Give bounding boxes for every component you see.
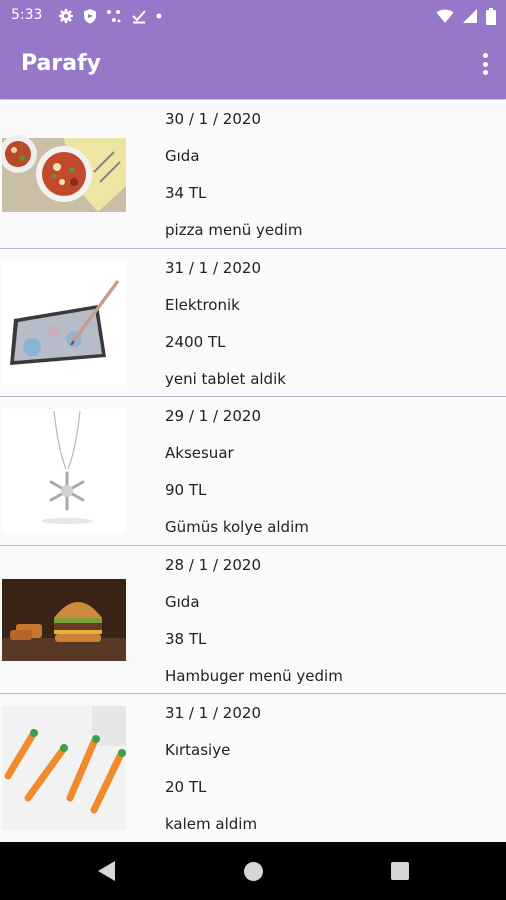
nodes-icon — [107, 10, 121, 23]
battery-icon — [486, 7, 496, 25]
notification-icons — [58, 6, 162, 26]
pizza-image — [2, 112, 126, 236]
more-vert-icon[interactable] — [478, 51, 492, 77]
expense-note: kalem aldim — [165, 815, 258, 833]
expense-item[interactable]: 31 / 1 / 2020 Kırtasiye 20 TL kalem aldi… — [0, 694, 506, 842]
expense-date: 28 / 1 / 2020 — [165, 555, 261, 574]
status-time: 5:33 — [11, 7, 43, 23]
expense-item[interactable]: 30 / 1 / 2020 Gıda 34 TL pizza menü yedi… — [0, 100, 506, 249]
signal-icon — [463, 9, 477, 23]
gear-icon — [59, 9, 73, 23]
wifi-icon — [436, 9, 454, 23]
expense-amount: 2400 TL — [165, 332, 226, 351]
app-title: Parafy — [21, 51, 101, 76]
expense-date: 31 / 1 / 2020 — [165, 258, 261, 277]
expense-note: Gümüs kolye aldim — [165, 518, 309, 536]
expense-note: yeni tablet aldik — [165, 369, 286, 388]
tablet-image — [2, 260, 126, 385]
expense-item[interactable]: 29 / 1 / 2020 Aksesuar 90 TL Gümüs kolye… — [0, 397, 506, 546]
expense-amount: 20 TL — [165, 778, 207, 796]
download-done-icon — [132, 10, 146, 24]
recents-icon[interactable] — [391, 862, 409, 880]
necklace-image — [2, 409, 126, 533]
app-bar: Parafy — [0, 31, 506, 99]
expense-date: 31 / 1 / 2020 — [165, 704, 261, 722]
status-bar: 5:33 — [0, 0, 506, 31]
expense-amount: 38 TL — [165, 629, 207, 648]
expense-category: Aksesuar — [165, 444, 234, 462]
back-icon[interactable] — [98, 861, 115, 881]
shield-icon — [84, 9, 96, 24]
expense-note: pizza menü yedim — [165, 221, 303, 239]
expense-category: Gıda — [165, 592, 200, 611]
system-icons — [436, 6, 496, 26]
expense-category: Kırtasiye — [165, 741, 231, 759]
expense-note: Hambuger menü yedim — [165, 666, 343, 685]
dot-icon — [156, 13, 162, 19]
expense-amount: 34 TL — [165, 184, 207, 202]
expense-date: 30 / 1 / 2020 — [165, 110, 261, 128]
home-icon[interactable] — [244, 862, 263, 881]
expense-date: 29 / 1 / 2020 — [165, 407, 261, 425]
navigation-bar — [0, 842, 506, 900]
expense-item[interactable]: 28 / 1 / 2020 Gıda 38 TL Hambuger menü y… — [0, 545, 506, 694]
expense-amount: 90 TL — [165, 481, 207, 499]
carrot-pens-image — [2, 706, 126, 830]
expense-category: Gıda — [165, 147, 200, 165]
expense-category: Elektronik — [165, 295, 240, 314]
expense-list[interactable]: 30 / 1 / 2020 Gıda 34 TL pizza menü yedi… — [0, 100, 506, 842]
expense-item[interactable]: 31 / 1 / 2020 Elektronik 2400 TL yeni ta… — [0, 248, 506, 397]
hamburger-image — [2, 557, 126, 682]
